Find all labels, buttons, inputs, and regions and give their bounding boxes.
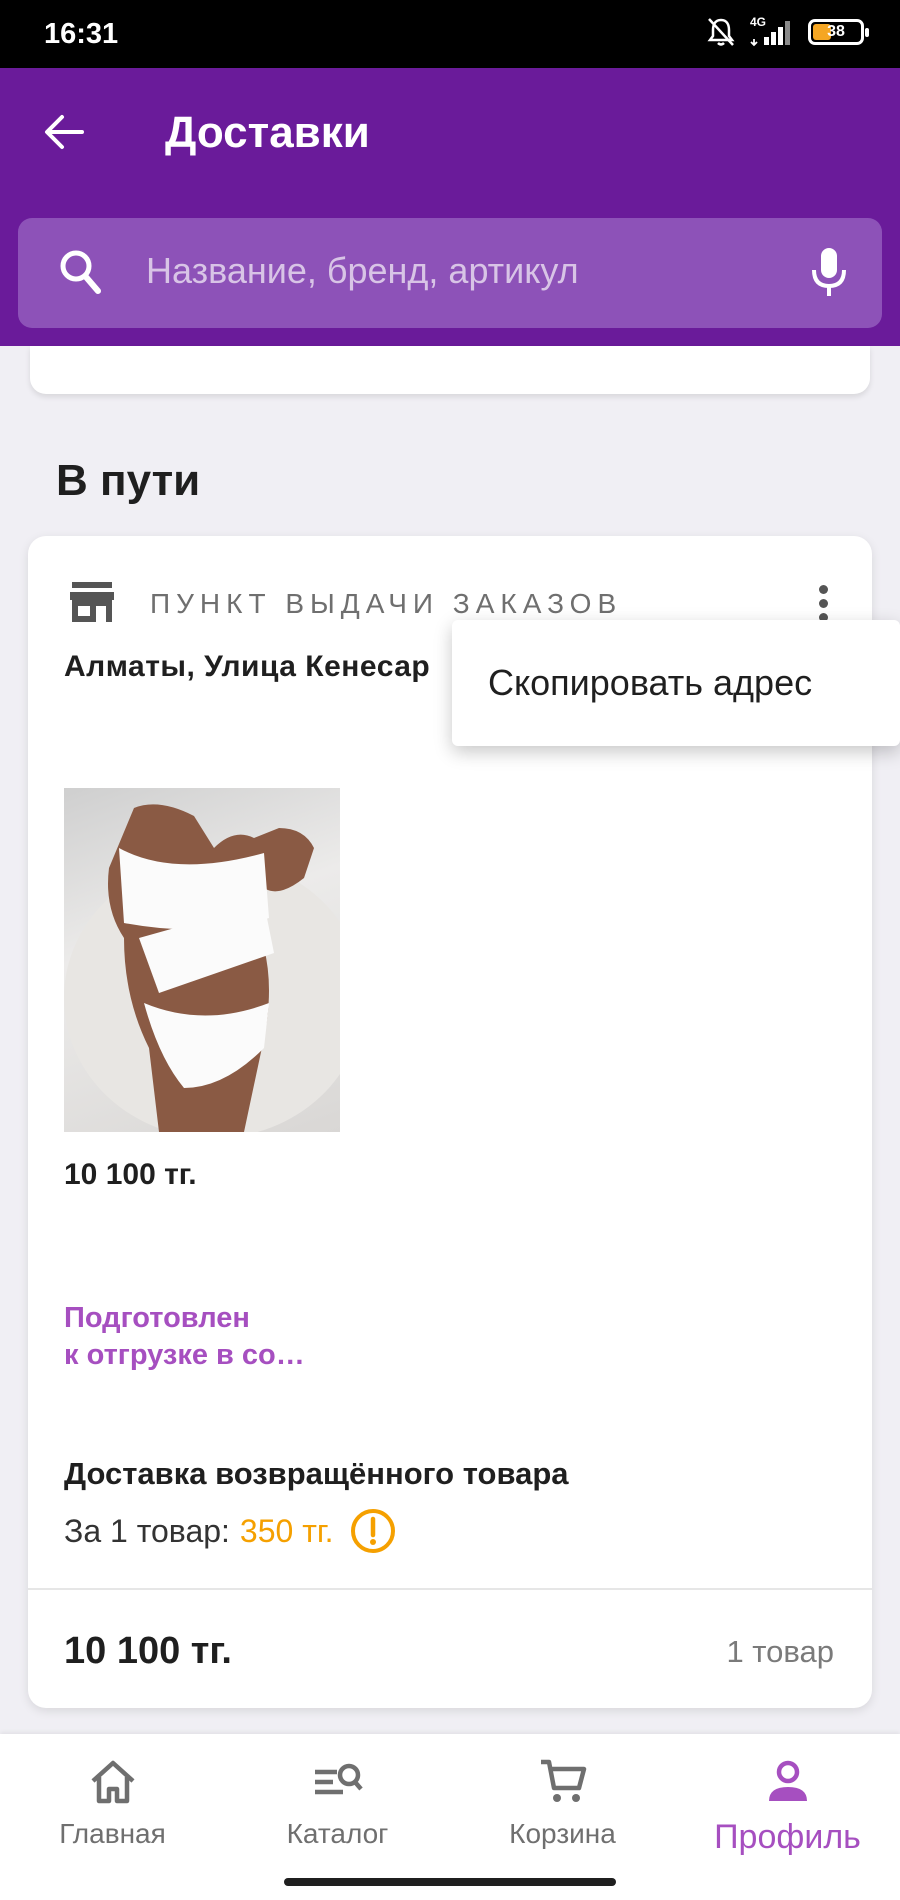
product-image[interactable]: [64, 788, 340, 1132]
return-delivery-title: Доставка возвращённого товара: [64, 1456, 569, 1491]
nav-label-catalog: Каталог: [286, 1818, 389, 1849]
cart-icon: [540, 1759, 586, 1802]
nav-item-cart[interactable]: Корзина: [450, 1754, 675, 1850]
pickup-point-label: ПУНКТ ВЫДАЧИ ЗАКАЗОВ: [150, 588, 623, 619]
copy-address-menu-item[interactable]: Скопировать адрес: [488, 662, 812, 704]
arrow-back-icon: [45, 115, 84, 149]
return-delivery-price: За 1 товар: 350 тг.: [64, 1508, 396, 1554]
search-input[interactable]: Название, бренд, артикул: [18, 218, 882, 328]
pickup-address: Алматы, Улица Кенесар: [64, 650, 431, 683]
previous-order-card: [30, 346, 870, 394]
search-icon: [60, 250, 101, 294]
home-icon: [90, 1760, 135, 1804]
bottom-nav: Главная Каталог Корзина Профиль: [0, 1734, 900, 1900]
battery-icon: 38: [808, 19, 869, 45]
return-price-value: 350 тг.: [239, 1512, 334, 1549]
divider: [28, 1588, 872, 1590]
warning-icon[interactable]: [350, 1508, 396, 1554]
status-icons: 4G 38: [706, 15, 869, 48]
status-bar: 16:31 4G 38: [0, 0, 900, 68]
nav-item-catalog[interactable]: Каталог: [225, 1754, 450, 1850]
home-indicator[interactable]: [284, 1878, 616, 1886]
nav-label-profile: Профиль: [714, 1818, 861, 1856]
nav-label-cart: Корзина: [509, 1818, 616, 1849]
page-title: Доставки: [165, 108, 370, 157]
nav-item-profile[interactable]: Профиль: [675, 1754, 900, 1857]
return-price-label: За 1 товар:: [64, 1512, 230, 1549]
back-button[interactable]: [36, 104, 92, 160]
nav-label-home: Главная: [59, 1818, 166, 1849]
mic-icon[interactable]: [810, 246, 848, 298]
search-placeholder: Название, бренд, артикул: [146, 250, 579, 291]
item-status-line1: Подготовлен: [64, 1302, 250, 1334]
signal-icon: 4G: [750, 15, 794, 47]
total-price: 10 100 тг.: [64, 1630, 232, 1672]
total-item-count: 1 товар: [726, 1634, 834, 1669]
catalog-search-icon: [314, 1763, 363, 1795]
nav-item-home[interactable]: Главная: [0, 1754, 225, 1850]
item-status: Подготовлен к отгрузке в со…: [64, 1300, 364, 1374]
profile-icon: [768, 1760, 807, 1801]
battery-level: 38: [827, 23, 845, 40]
item-status-line2: к отгрузке в со…: [64, 1339, 305, 1371]
store-icon: [70, 582, 114, 622]
status-time: 16:31: [44, 18, 119, 50]
bell-off-icon: [707, 18, 735, 46]
context-menu: Скопировать адрес: [452, 620, 900, 746]
item-price: 10 100 тг.: [64, 1158, 197, 1191]
section-title: В пути: [56, 456, 201, 505]
app-bar: Доставки Название, бренд, артикул: [0, 68, 900, 346]
